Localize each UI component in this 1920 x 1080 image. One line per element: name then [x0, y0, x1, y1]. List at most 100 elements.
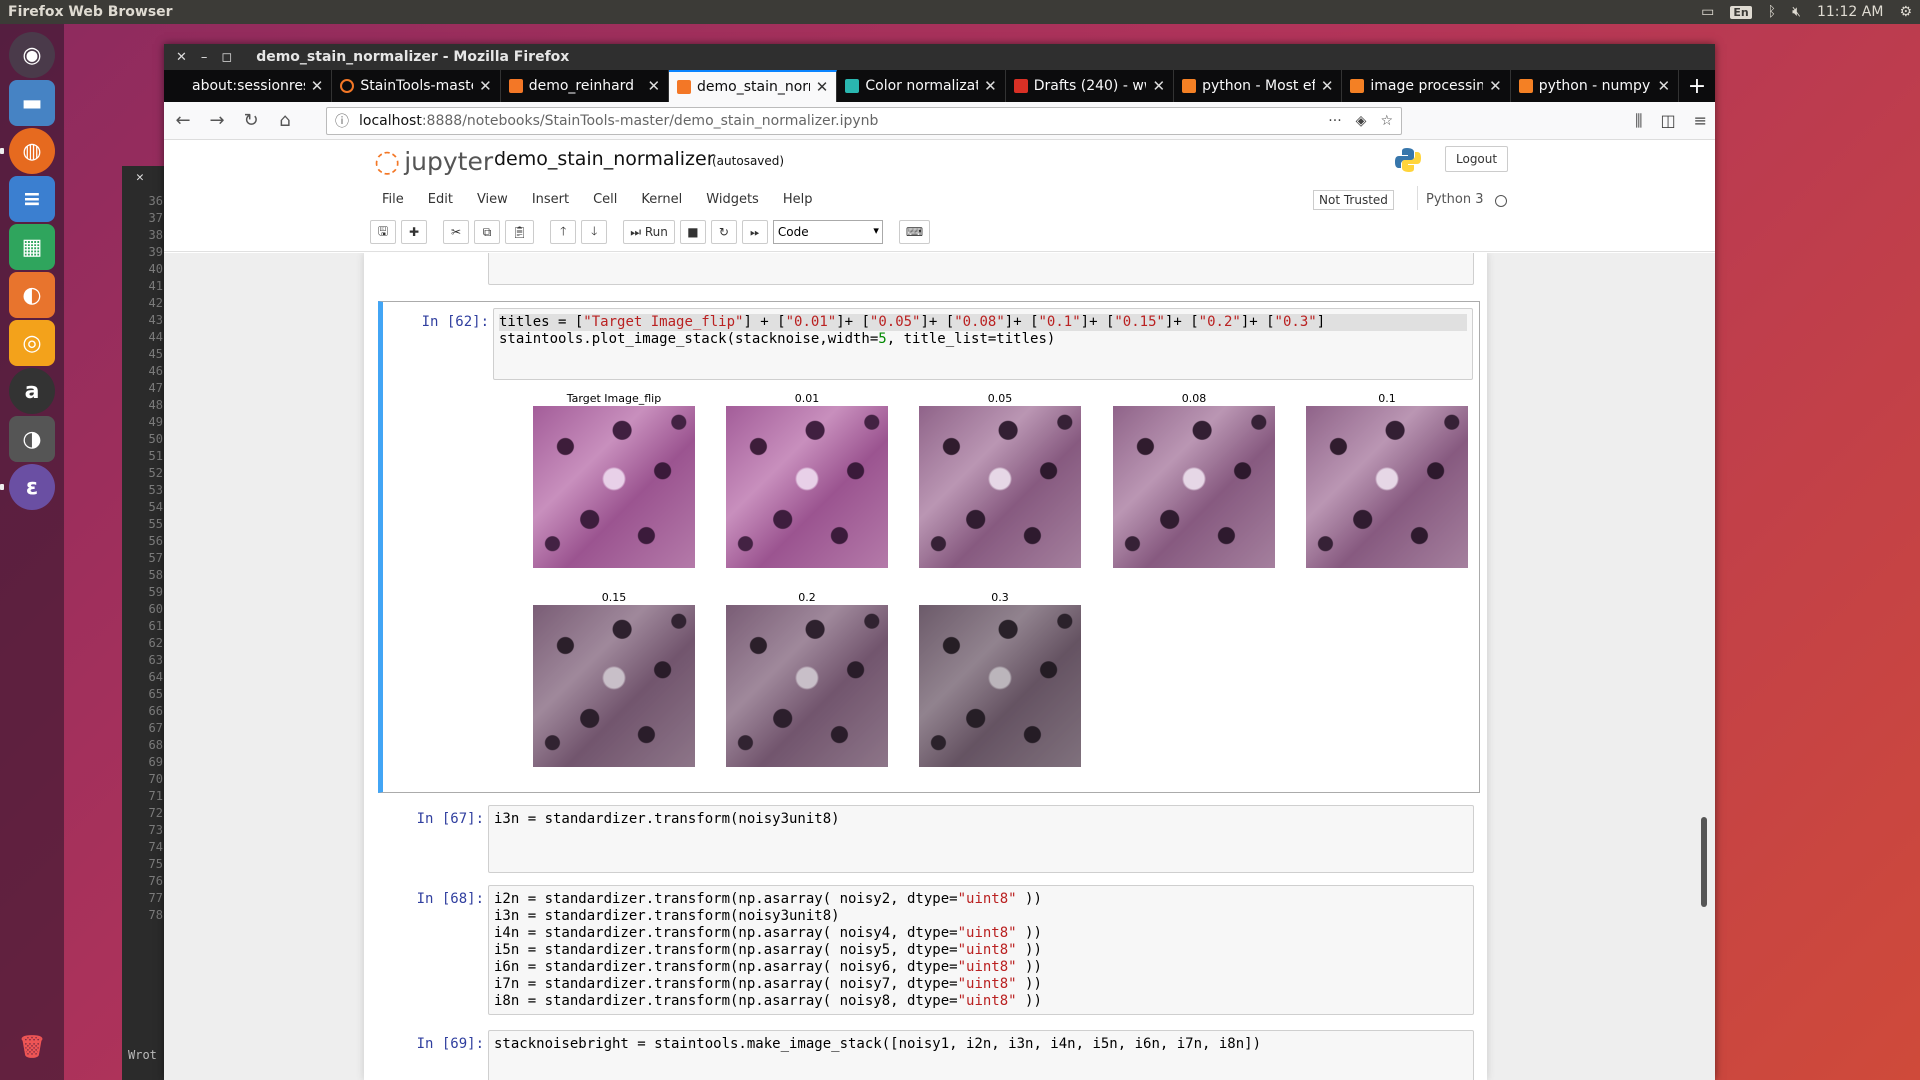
code-input[interactable]: stacknoisebright = staintools.make_image… [488, 1030, 1474, 1080]
close-tab-icon[interactable]: ✕ [1152, 77, 1165, 95]
display-icon[interactable]: ▭ [1701, 4, 1714, 20]
bluetooth-icon[interactable]: ᛒ [1768, 4, 1776, 20]
sidebar-icon[interactable]: ◫ [1660, 111, 1675, 131]
unity-launcher: ◉ ▬ ◍ ≡ ▦ ◐ ◎ a ◑ ε 🗑︎ [0, 24, 64, 1080]
forward-icon[interactable]: → [206, 110, 228, 131]
code-input[interactable]: i2n = standardizer.transform(np.asarray(… [488, 885, 1474, 1015]
notebook-scroll-area[interactable]: In [62]: titles = ["Target Image_flip"] … [164, 253, 1715, 1080]
move-up-icon[interactable]: 🡑 [550, 220, 577, 244]
not-trusted-indicator[interactable]: Not Trusted [1313, 190, 1394, 210]
ubuntu-dash-icon[interactable]: ◉ [9, 32, 55, 78]
terminal-line-number: 69 [148, 755, 163, 769]
scrollbar[interactable] [1701, 817, 1707, 907]
back-icon[interactable]: ← [172, 110, 194, 131]
tab-demo-stain-normalizer[interactable]: demo_stain_normalizer ✕ [669, 70, 838, 102]
code-cell-selected[interactable]: In [62]: titles = ["Target Image_flip"] … [378, 301, 1480, 793]
close-tab-icon[interactable]: ✕ [1321, 77, 1334, 95]
histology-image [1306, 406, 1468, 568]
impress-icon[interactable]: ◐ [9, 272, 55, 318]
run-icon: ⏭︎ [630, 224, 645, 239]
run-label: Run [644, 225, 668, 239]
minimize-window-icon[interactable]: – [201, 50, 208, 65]
menu-view[interactable]: View [465, 192, 520, 207]
close-tab-icon[interactable]: ✕ [1658, 77, 1671, 95]
amazon-icon[interactable]: a [9, 368, 55, 414]
close-tab-icon[interactable]: ✕ [984, 77, 997, 95]
system-settings-icon[interactable]: ⚙ [1899, 4, 1912, 20]
software-center-icon[interactable]: ◎ [9, 320, 55, 366]
notebook-favicon-icon [508, 79, 523, 93]
clock[interactable]: 11:12 AM [1817, 4, 1883, 20]
close-tab-icon[interactable]: ✕ [311, 77, 324, 95]
code-input[interactable] [488, 253, 1474, 285]
system-top-bar: Firefox Web Browser ▭ En ᛒ 🔇︎ 11:12 AM ⚙ [0, 0, 1920, 24]
emacs-icon[interactable]: ε [9, 464, 55, 510]
terminal-line-number: 43 [148, 313, 163, 327]
url-bar[interactable]: ⓘ localhost:8888/notebooks/StainTools-ma… [326, 106, 1402, 135]
menu-file[interactable]: File [370, 192, 416, 207]
notebook-name[interactable]: demo_stain_normalizer [494, 148, 715, 170]
close-tab-icon[interactable]: ✕ [647, 77, 660, 95]
new-tab-button[interactable]: + [1679, 70, 1715, 102]
site-info-icon[interactable]: ⓘ [335, 111, 349, 131]
trash-icon[interactable]: 🗑︎ [9, 1024, 55, 1070]
restart-icon[interactable]: ↻ [710, 220, 737, 244]
insert-cell-icon[interactable]: ✚ [401, 220, 427, 244]
stop-icon[interactable]: ■ [679, 220, 706, 244]
tab-drafts[interactable]: Drafts (240) - www ✕ [1006, 70, 1175, 102]
tab-sessionrestore[interactable]: about:sessionrestore ✕ [164, 70, 333, 102]
tab-demo-reinhard[interactable]: demo_reinhard ✕ [501, 70, 670, 102]
tab-python-numpy[interactable]: python - numpy ✕ [1511, 70, 1680, 102]
menu-widgets[interactable]: Widgets [694, 192, 771, 207]
files-icon[interactable]: ▬ [9, 80, 55, 126]
menu-insert[interactable]: Insert [520, 192, 581, 207]
previous-cell[interactable] [378, 253, 1480, 291]
bookmark-star-icon[interactable]: ☆ [1380, 113, 1393, 129]
tab-color-normalization[interactable]: Color normalization ✕ [837, 70, 1006, 102]
reload-icon[interactable]: ↻ [240, 110, 262, 131]
code-cell[interactable]: In [68]: i2n = standardizer.transform(np… [378, 883, 1480, 1015]
save-icon[interactable]: 🖫︎ [370, 220, 396, 244]
jupyter-logo[interactable]: ◌ jupyter [374, 144, 493, 179]
close-tab-icon[interactable]: ✕ [816, 78, 829, 96]
close-icon[interactable]: ✕ [136, 170, 144, 185]
code-input[interactable]: i3n = standardizer.transform(noisy3unit8… [488, 805, 1474, 873]
menu-edit[interactable]: Edit [416, 192, 465, 207]
tab-staintools[interactable]: StainTools-master ✕ [332, 70, 501, 102]
firefox-icon[interactable]: ◍ [9, 128, 55, 174]
menu-help[interactable]: Help [771, 192, 825, 207]
restart-run-all-icon[interactable]: ⏩︎ [741, 220, 768, 244]
tab-image-processing[interactable]: image processing ✕ [1342, 70, 1511, 102]
tab-label: about:sessionrestore [192, 78, 305, 94]
code-cell[interactable]: In [69]: stacknoisebright = staintools.m… [378, 1028, 1480, 1080]
calc-icon[interactable]: ▦ [9, 224, 55, 270]
pocket-icon[interactable]: ◈ [1356, 113, 1367, 129]
tab-python-most-efficient[interactable]: python - Most effi ✕ [1174, 70, 1343, 102]
close-tab-icon[interactable]: ✕ [479, 77, 492, 95]
close-tab-icon[interactable]: ✕ [1489, 77, 1502, 95]
library-icon[interactable]: ⫼ [1635, 111, 1642, 131]
maximize-window-icon[interactable]: ◻ [221, 50, 232, 65]
code-input[interactable]: titles = ["Target Image_flip"] + ["0.01"… [493, 308, 1473, 380]
move-down-icon[interactable]: 🡓 [581, 220, 608, 244]
cut-icon[interactable]: ✂ [443, 220, 469, 244]
hamburger-menu-icon[interactable]: ≡ [1694, 111, 1707, 131]
tab-strip: about:sessionrestore ✕ StainTools-master ✕… [164, 70, 1715, 102]
run-button[interactable]: ⏭︎ Run [623, 220, 675, 244]
keyboard-layout-indicator[interactable]: En [1730, 5, 1752, 19]
copy-icon[interactable]: ⧉ [474, 220, 500, 244]
paste-icon[interactable]: 📋︎ [505, 220, 535, 244]
terminal-line-number: 73 [148, 823, 163, 837]
close-window-icon[interactable]: ✕ [176, 50, 187, 65]
menu-cell[interactable]: Cell [581, 192, 629, 207]
logout-button[interactable]: Logout [1445, 146, 1509, 172]
menu-kernel[interactable]: Kernel [629, 192, 694, 207]
writer-icon[interactable]: ≡ [9, 176, 55, 222]
system-settings-launcher-icon[interactable]: ◑ [9, 416, 55, 462]
page-actions-icon[interactable]: ··· [1328, 113, 1341, 129]
cell-type-select[interactable]: Code [772, 220, 883, 244]
volume-muted-icon[interactable]: 🔇︎ [1792, 4, 1801, 20]
home-icon[interactable]: ⌂ [274, 110, 296, 131]
command-palette-icon[interactable]: ⌨ [898, 220, 931, 244]
code-cell[interactable]: In [67]: i3n = standardizer.transform(no… [378, 803, 1480, 873]
